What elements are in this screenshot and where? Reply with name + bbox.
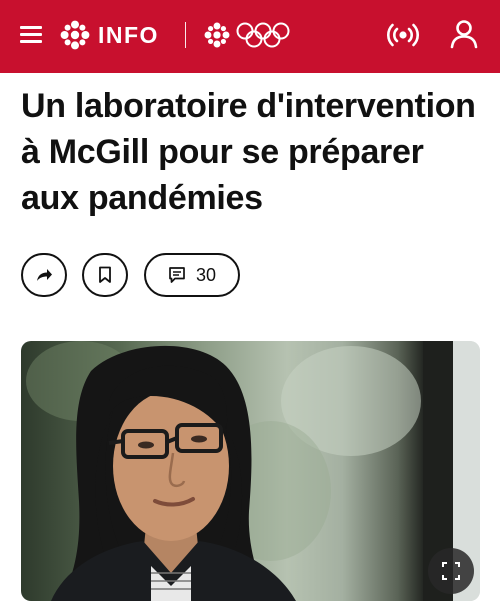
olympic-rings-logo (236, 22, 290, 48)
bookmark-icon (99, 266, 111, 283)
cbc-gem-small-logo (204, 22, 230, 48)
olympics-logo-link[interactable] (204, 18, 290, 52)
header-divider (185, 22, 186, 48)
brand-logo-link[interactable]: INFO (60, 18, 159, 52)
live-radio-icon[interactable] (387, 20, 419, 50)
cbc-gem-logo (60, 20, 90, 50)
fullscreen-button[interactable] (428, 548, 474, 594)
menu-icon[interactable] (20, 26, 42, 44)
interviewee-photo (26, 341, 480, 601)
article-title: Un laboratoire d'intervention à McGill p… (21, 87, 476, 217)
share-icon (37, 269, 52, 281)
top-navigation-bar: INFO (0, 0, 500, 73)
comment-count: 30 (195, 264, 217, 285)
article-video-player[interactable] (21, 341, 480, 601)
share-button[interactable] (21, 253, 67, 297)
brand-label: INFO (98, 21, 159, 48)
bookmark-button[interactable] (82, 253, 128, 297)
user-icon[interactable] (448, 18, 480, 50)
comment-icon (169, 267, 185, 283)
comments-button[interactable]: 30 (144, 253, 240, 297)
expand-icon (442, 562, 460, 580)
